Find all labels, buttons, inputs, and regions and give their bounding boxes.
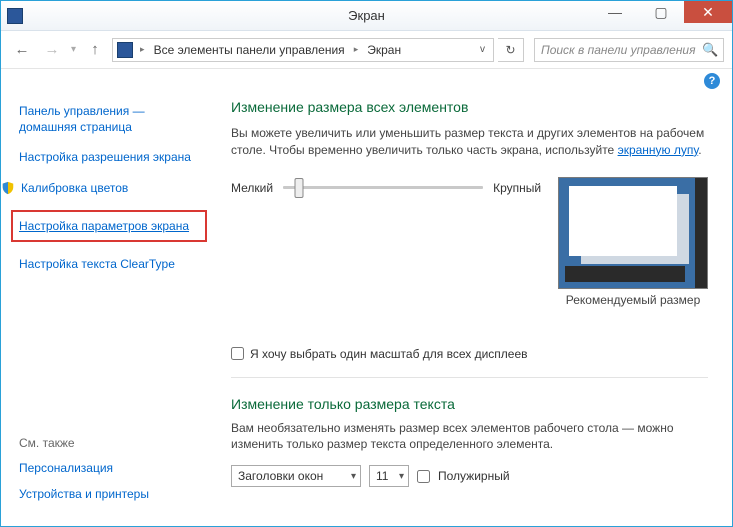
help-row: ?	[1, 69, 732, 89]
slider-min-label: Мелкий	[231, 181, 273, 195]
main-area: Панель управления — домашняя страница На…	[1, 89, 732, 526]
control-panel-icon	[117, 42, 133, 58]
title-bar: Экран — ▢ ✕	[1, 1, 732, 31]
slider-block: Мелкий Крупный	[231, 177, 544, 197]
bold-label: Полужирный	[438, 469, 510, 483]
size-slider[interactable]	[283, 179, 483, 197]
history-dropdown-icon[interactable]: ▾	[69, 44, 78, 55]
text-size-description: Вам необязательно изменять размер всех э…	[231, 420, 708, 454]
sidebar-item-resolution[interactable]: Настройка разрешения экрана	[19, 149, 203, 165]
sidebar-item-personalization[interactable]: Персонализация	[19, 460, 199, 476]
single-scale-checkbox[interactable]	[231, 347, 244, 360]
back-button[interactable]: ←	[9, 37, 35, 63]
address-dropdown-icon[interactable]: v	[476, 44, 489, 55]
highlighted-sidebar-item: Настройка параметров экрана	[11, 210, 207, 242]
font-size-value: 11	[376, 469, 388, 483]
search-icon: 🔍	[702, 42, 718, 58]
close-button[interactable]: ✕	[684, 1, 732, 23]
divider	[231, 377, 708, 378]
sidebar-item-devices[interactable]: Устройства и принтеры	[19, 486, 199, 502]
help-icon[interactable]: ?	[704, 73, 720, 89]
search-box[interactable]: 🔍	[534, 38, 724, 62]
element-select-value: Заголовки окон	[238, 469, 323, 483]
single-scale-label: Я хочу выбрать один масштаб для всех дис…	[250, 347, 528, 361]
maximize-button[interactable]: ▢	[638, 1, 684, 23]
window-controls: — ▢ ✕	[592, 1, 732, 23]
slider-max-label: Крупный	[493, 181, 541, 195]
page-description: Вы можете увеличить или уменьшить размер…	[231, 125, 708, 159]
sidebar: Панель управления — домашняя страница На…	[1, 89, 211, 526]
bold-checkbox[interactable]	[417, 470, 430, 483]
chevron-right-icon: ▸	[351, 44, 362, 55]
forward-button[interactable]: →	[39, 37, 65, 63]
magnifier-link[interactable]: экранную лупу	[618, 143, 699, 157]
breadcrumb-leaf[interactable]: Экран	[365, 43, 403, 57]
text-size-heading: Изменение только размера текста	[231, 396, 708, 412]
sample-screen-preview	[558, 177, 708, 289]
size-selection-row: Мелкий Крупный Рекомендуемый размер	[231, 177, 708, 307]
address-bar[interactable]: ▸ Все элементы панели управления ▸ Экран…	[112, 38, 494, 62]
nav-bar: ← → ▾ ↑ ▸ Все элементы панели управления…	[1, 31, 732, 69]
refresh-button[interactable]: ↻	[498, 38, 524, 62]
sample-caption: Рекомендуемый размер	[558, 293, 708, 307]
shield-icon	[1, 181, 15, 195]
font-size-select[interactable]: 11	[369, 465, 409, 487]
page-heading: Изменение размера всех элементов	[231, 99, 708, 115]
sidebar-item-calibration[interactable]: Калибровка цветов	[21, 180, 203, 196]
slider-thumb[interactable]	[295, 178, 304, 198]
sample-column: Рекомендуемый размер	[558, 177, 708, 307]
see-also-header: См. также	[19, 436, 199, 450]
content-pane: Изменение размера всех элементов Вы може…	[211, 89, 732, 526]
text-size-controls: Заголовки окон 11 Полужирный	[231, 465, 708, 487]
chevron-right-icon: ▸	[137, 44, 148, 55]
sidebar-footer: См. также Персонализация Устройства и пр…	[19, 436, 199, 512]
up-button[interactable]: ↑	[82, 37, 108, 63]
breadcrumb-root[interactable]: Все элементы панели управления	[152, 43, 347, 57]
sidebar-item-cleartype[interactable]: Настройка текста ClearType	[19, 256, 203, 272]
sidebar-item-display-params[interactable]: Настройка параметров экрана	[19, 218, 195, 234]
element-select[interactable]: Заголовки окон	[231, 465, 361, 487]
slider-track	[283, 186, 483, 189]
single-scale-row: Я хочу выбрать один масштаб для всех дис…	[231, 347, 708, 361]
minimize-button[interactable]: —	[592, 1, 638, 23]
sidebar-item-home[interactable]: Панель управления — домашняя страница	[19, 103, 203, 135]
search-input[interactable]	[541, 43, 696, 57]
